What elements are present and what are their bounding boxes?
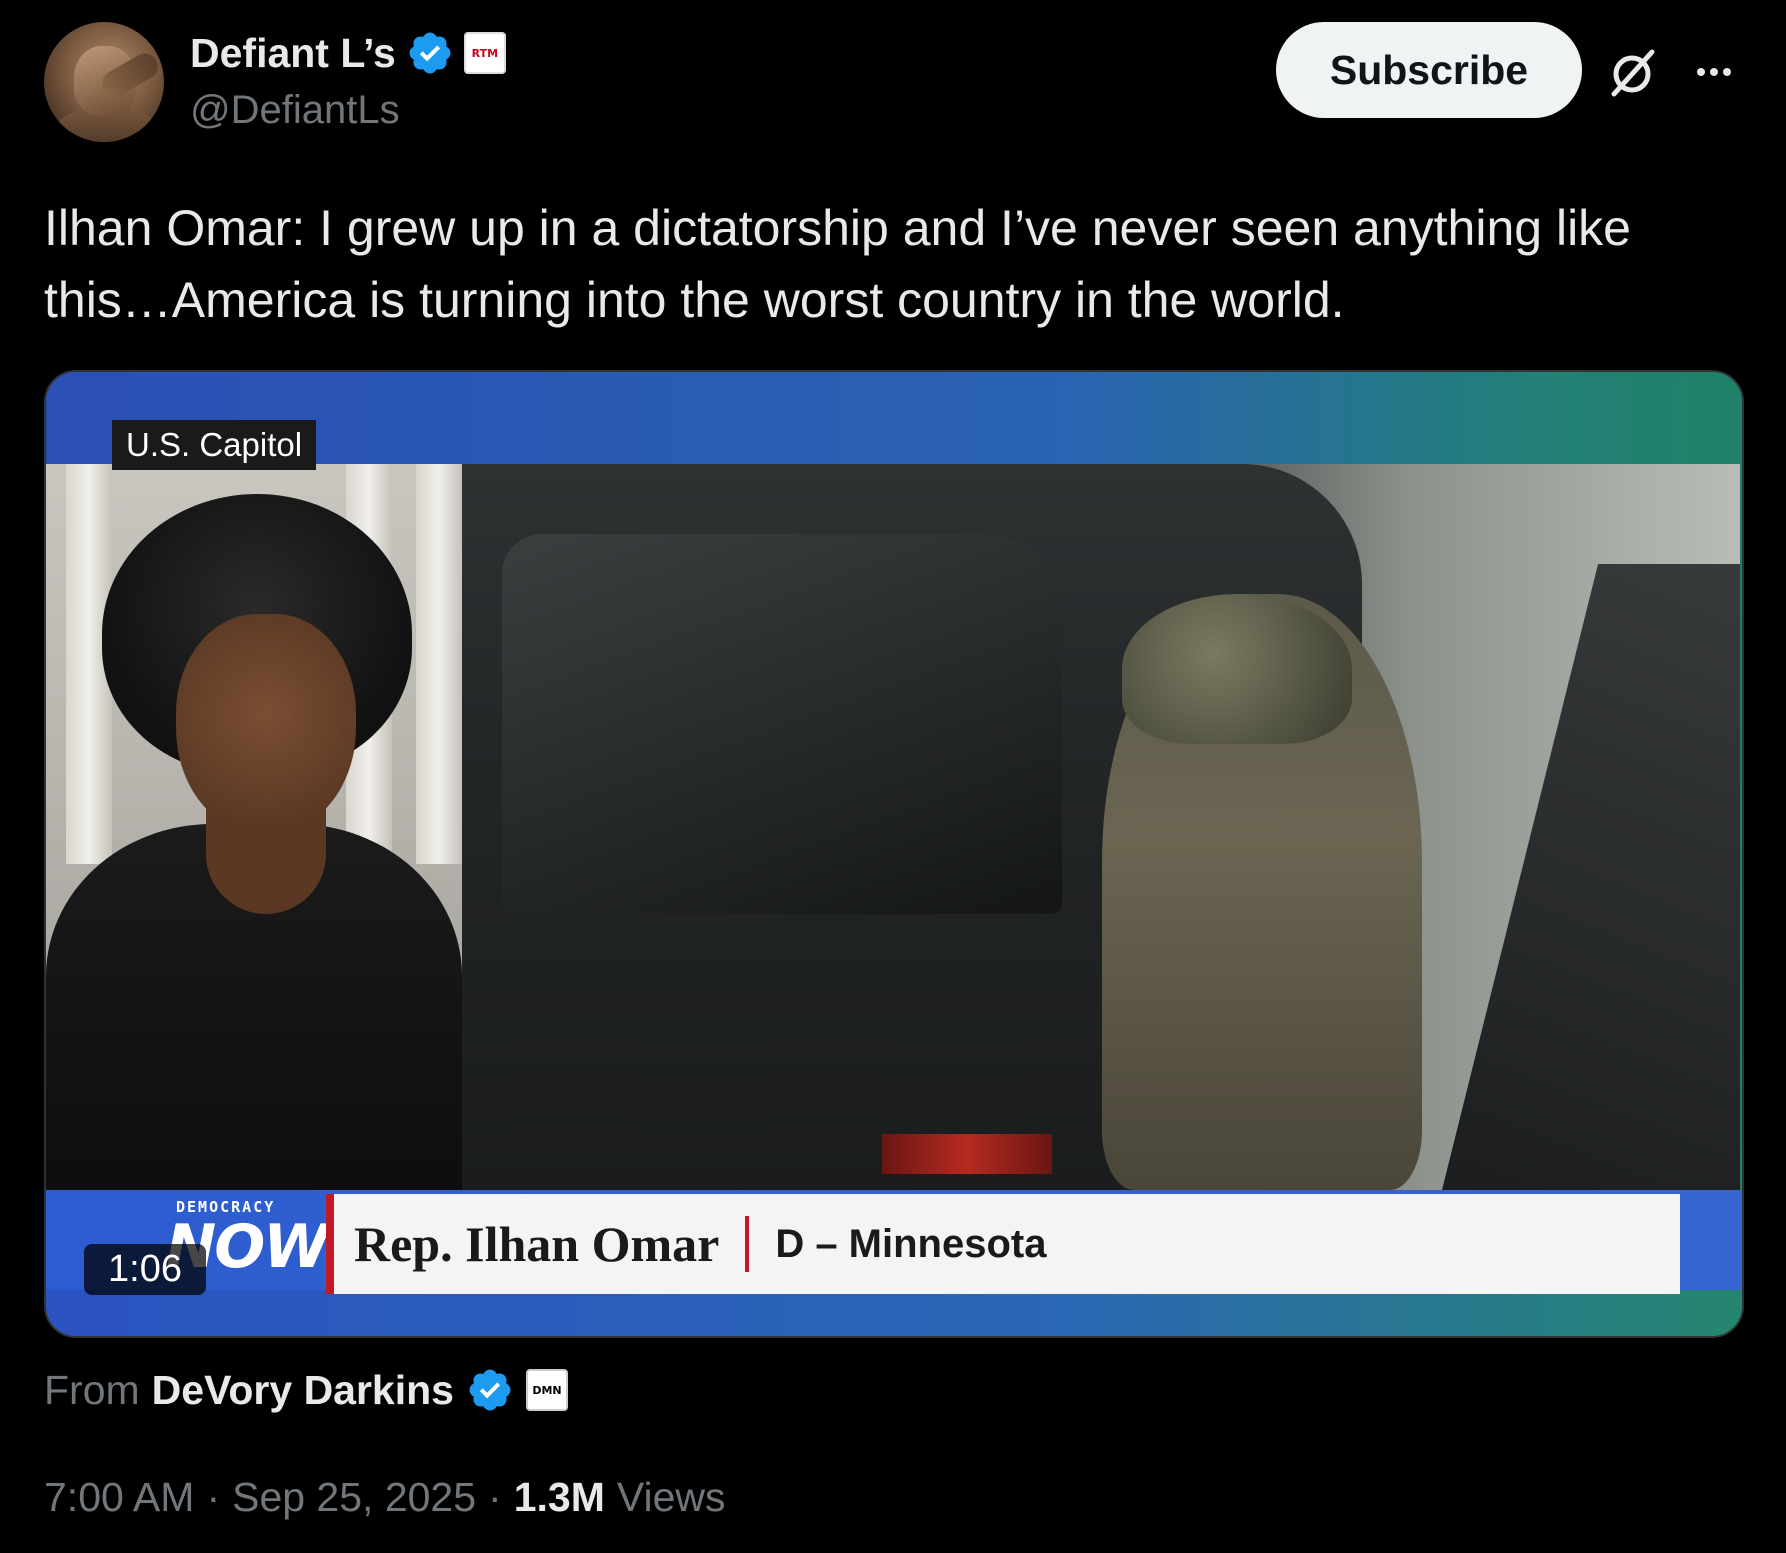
source-author-name[interactable]: DeVory Darkins: [152, 1367, 454, 1414]
more-dot: [1723, 68, 1731, 76]
verified-badge-icon: [409, 32, 451, 74]
views-label: Views: [616, 1474, 726, 1520]
tweet-text: Ilhan Omar: I grew up in a dictatorship …: [44, 200, 1645, 328]
tweet-date[interactable]: Sep 25, 2025: [232, 1474, 476, 1521]
vehicle-taillight: [882, 1134, 1052, 1174]
video-player[interactable]: U.S. Capitol DEMOCRACY NOW! Rep. Ilhan O…: [44, 370, 1744, 1338]
meta-separator: ·: [206, 1474, 221, 1520]
tweet-meta: 7:00 AM · Sep 25, 2025 · 1.3M Views: [44, 1474, 726, 1521]
more-icon[interactable]: [1686, 44, 1742, 100]
affiliate-badge-text: RTM: [471, 46, 499, 60]
lower-third-nameplate: Rep. Ilhan Omar D – Minnesota: [326, 1194, 1680, 1294]
grok-icon[interactable]: [1604, 44, 1660, 100]
speaker-face: [176, 614, 356, 834]
views-count: 1.3M: [513, 1474, 605, 1520]
meta-separator: ·: [488, 1474, 502, 1520]
lower-third-name: Rep. Ilhan Omar: [354, 1216, 720, 1272]
subscribe-button[interactable]: Subscribe: [1276, 22, 1582, 118]
verified-badge-icon: [469, 1369, 511, 1411]
from-label: From: [44, 1366, 140, 1413]
vehicle-window: [502, 534, 1062, 914]
capitol-column: [416, 464, 462, 864]
video-attribution: From DeVory Darkins DMN: [44, 1362, 568, 1418]
lower-third-separator: [745, 1216, 750, 1272]
author-name-row: Defiant L’s RTM: [190, 28, 506, 78]
author-avatar[interactable]: [44, 22, 164, 142]
more-dot: [1710, 68, 1718, 76]
location-tag: U.S. Capitol: [112, 420, 317, 470]
source-badge-text: DMN: [532, 1383, 562, 1397]
soldier-helmet: [1122, 594, 1352, 744]
author-handle[interactable]: @DefiantLs: [190, 88, 400, 133]
video-right-panel: [462, 464, 1740, 1190]
author-display-name[interactable]: Defiant L’s: [190, 30, 396, 77]
video-left-panel: [46, 464, 462, 1190]
video-duration-badge: 1:06: [84, 1244, 206, 1295]
more-dot: [1697, 68, 1705, 76]
tweet-time[interactable]: 7:00 AM: [44, 1474, 194, 1521]
vehicle-door: [1442, 564, 1740, 1190]
lower-third-district: D – Minnesota: [775, 1221, 1047, 1266]
affiliate-badge[interactable]: RTM: [463, 32, 506, 74]
source-affiliate-badge[interactable]: DMN: [525, 1369, 568, 1411]
